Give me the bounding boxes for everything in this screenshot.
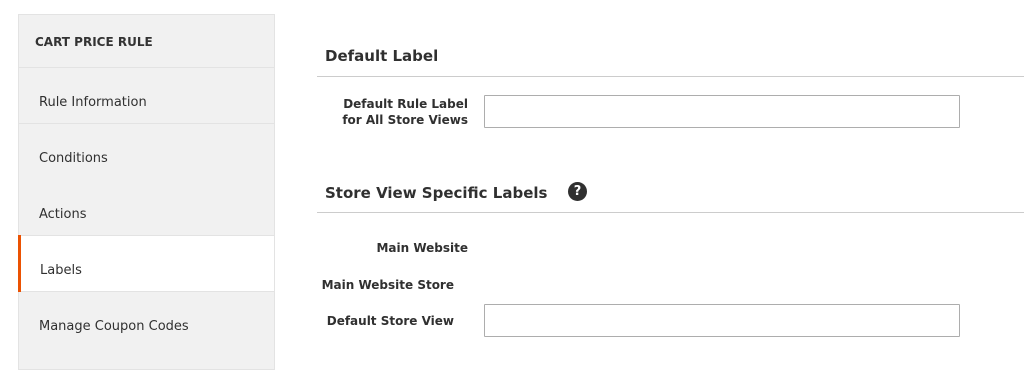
sidebar-title: CART PRICE RULE (19, 15, 274, 68)
sidebar-item-label: Labels (40, 263, 82, 278)
store-name-label: Main Website Store (321, 278, 454, 292)
sidebar-item-actions[interactable]: Actions (19, 180, 274, 236)
section-divider (317, 76, 1024, 77)
field-label-line: Default Rule Label (343, 97, 468, 111)
sidebar-item-label: Rule Information (39, 95, 147, 110)
sidebar-item-label: Conditions (39, 151, 108, 166)
website-name-label: Main Website (376, 241, 468, 255)
default-store-view-input[interactable] (484, 304, 960, 337)
sidebar-item-label: Actions (39, 207, 87, 222)
default-store-view-label: Default Store View (326, 314, 454, 328)
sidebar-item-manage-coupon-codes[interactable]: Manage Coupon Codes (19, 292, 274, 348)
sidebar-item-label: Manage Coupon Codes (39, 319, 189, 334)
sidebar-item-conditions[interactable]: Conditions (19, 124, 274, 180)
default-rule-label-field-label: Default Rule Label for All Store Views (318, 96, 468, 128)
field-label-line: for All Store Views (342, 113, 468, 127)
store-view-labels-heading: Store View Specific Labels (325, 184, 548, 202)
sidebar-item-labels[interactable]: Labels (18, 235, 274, 292)
sidebar-item-rule-information[interactable]: Rule Information (19, 68, 274, 124)
default-rule-label-input[interactable] (484, 95, 960, 128)
section-divider (317, 212, 1024, 213)
default-label-heading: Default Label (325, 47, 439, 65)
help-icon[interactable]: ? (568, 182, 587, 201)
sidebar-nav: CART PRICE RULE Rule Information Conditi… (18, 14, 275, 370)
